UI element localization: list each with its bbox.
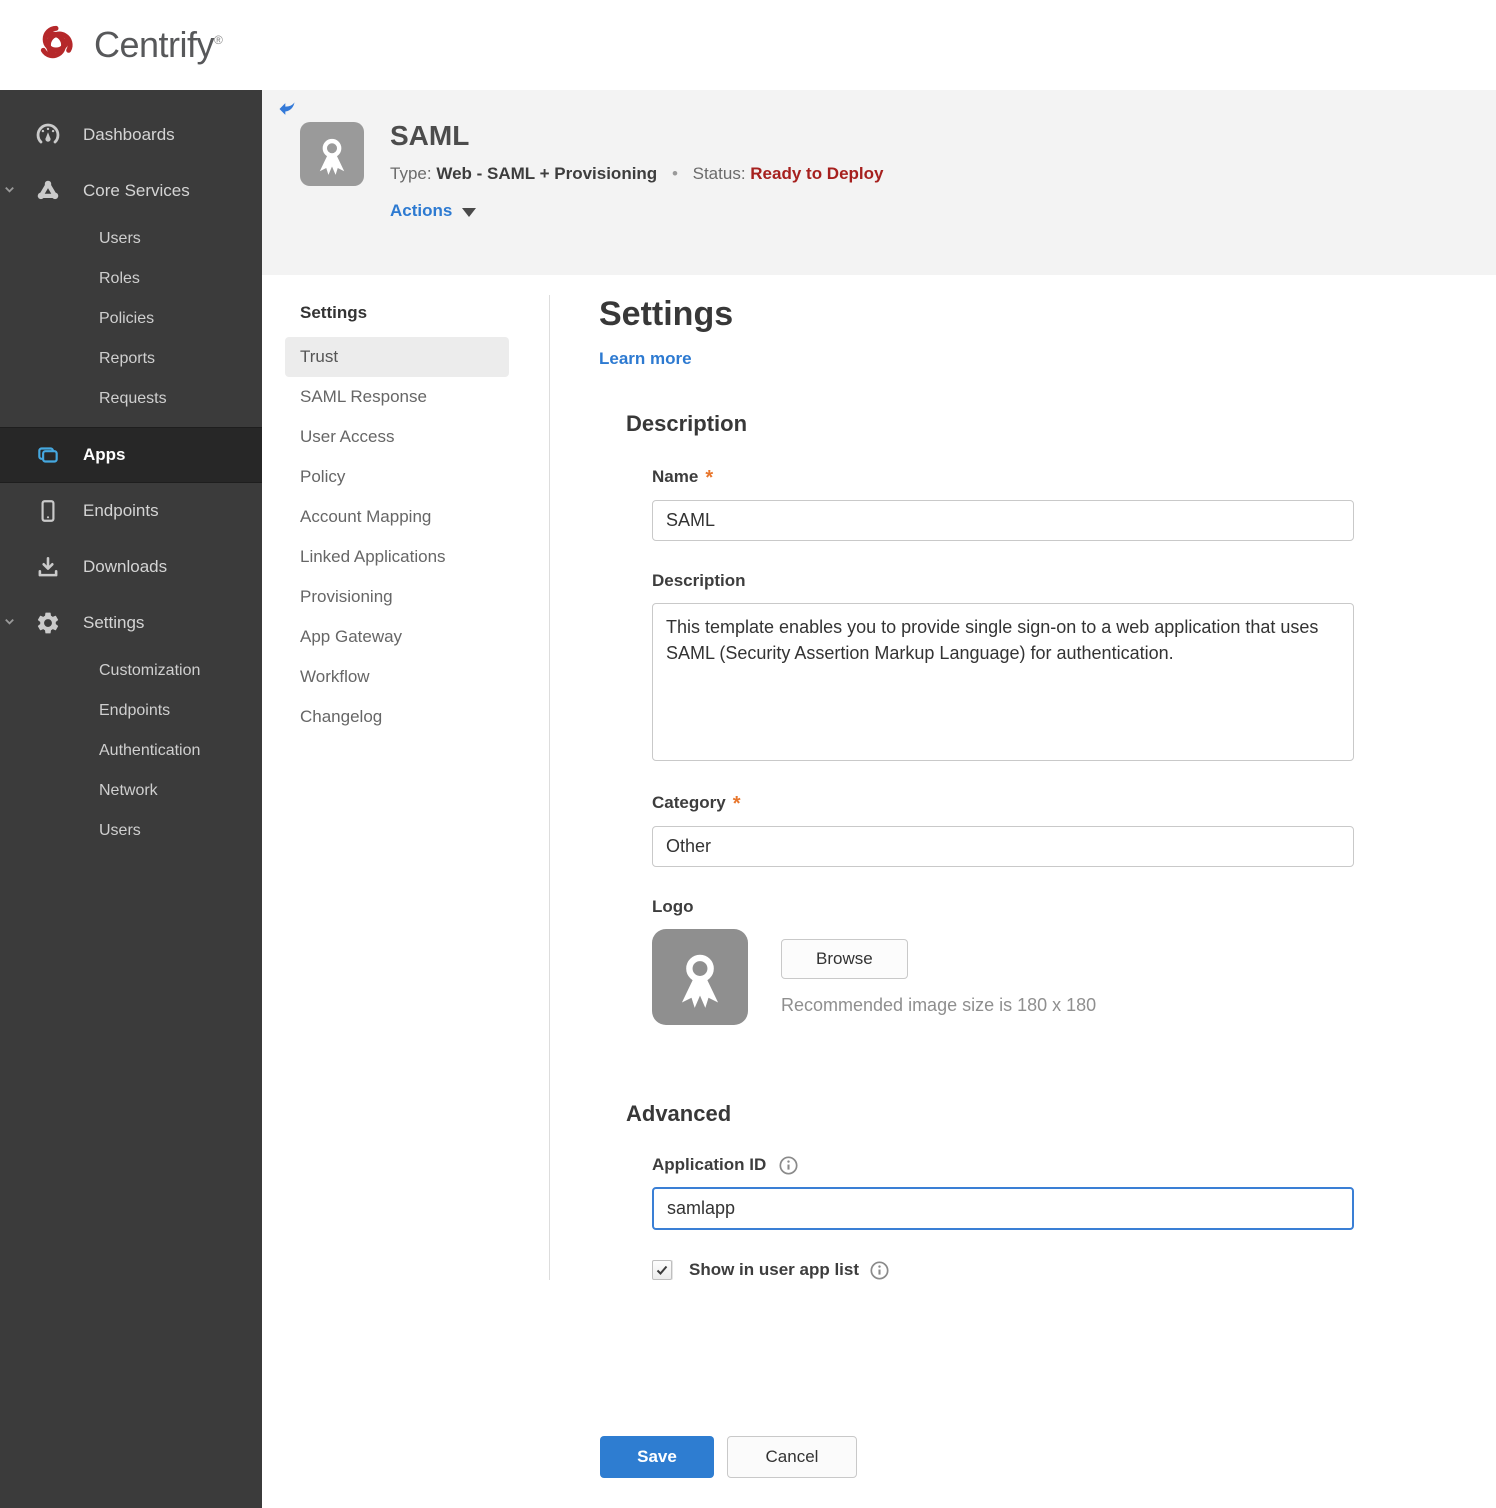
chevron-down-icon bbox=[3, 181, 16, 201]
learn-more-link[interactable]: Learn more bbox=[599, 349, 692, 369]
cancel-button[interactable]: Cancel bbox=[727, 1436, 857, 1478]
advanced-section: Advanced Application ID samlapp Show in … bbox=[599, 1101, 1496, 1280]
sidebar-item-endpoints[interactable]: Endpoints bbox=[0, 483, 262, 539]
sidebar-item-label: Apps bbox=[83, 445, 126, 464]
show-in-user-app-list-checkbox[interactable] bbox=[652, 1260, 672, 1280]
checkmark-icon bbox=[656, 1265, 668, 1275]
sidebar: Dashboards Core Services Users Roles Pol… bbox=[0, 90, 262, 1508]
subnav-title: Settings bbox=[300, 303, 368, 322]
settings-form: Settings Learn more Description Name * D… bbox=[550, 295, 1496, 1280]
category-input[interactable] bbox=[652, 826, 1354, 867]
subnav-item-saml-response[interactable]: SAML Response bbox=[285, 377, 509, 417]
registered-mark: ® bbox=[214, 33, 223, 47]
category-field-group: Category * bbox=[626, 791, 1496, 867]
section-heading-description: Description bbox=[626, 411, 748, 436]
centrify-logo-icon[interactable] bbox=[30, 17, 82, 74]
logo-size-hint: Recommended image size is 180 x 180 bbox=[781, 995, 1097, 1015]
sidebar-item-core-services[interactable]: Core Services bbox=[0, 163, 262, 219]
apps-icon bbox=[35, 442, 61, 468]
sidebar-item-settings-endpoints[interactable]: Endpoints bbox=[0, 691, 262, 731]
logo-preview-ribbon-icon bbox=[652, 929, 748, 1025]
gear-icon bbox=[35, 610, 61, 636]
sidebar-item-label: Dashboards bbox=[83, 125, 175, 144]
page-title: Settings bbox=[599, 295, 734, 333]
actions-menu-button[interactable]: Actions bbox=[390, 201, 883, 221]
sidebar-item-settings-users[interactable]: Users bbox=[0, 811, 262, 851]
chevron-down-icon bbox=[3, 613, 16, 633]
sidebar-item-settings[interactable]: Settings bbox=[0, 595, 262, 651]
type-value: Web - SAML + Provisioning bbox=[436, 164, 658, 183]
subnav-item-app-gateway[interactable]: App Gateway bbox=[285, 617, 509, 657]
application-id-input[interactable] bbox=[652, 1187, 1354, 1230]
status-label: Status: bbox=[692, 164, 746, 183]
sidebar-item-policies[interactable]: Policies bbox=[0, 299, 262, 339]
description-section: Description Name * Description This temp… bbox=[599, 411, 1496, 1025]
subnav-item-linked-applications[interactable]: Linked Applications bbox=[285, 537, 509, 577]
sidebar-item-customization[interactable]: Customization bbox=[0, 651, 262, 691]
application-id-field-group: Application ID bbox=[626, 1155, 1496, 1230]
application-id-label: Application ID bbox=[652, 1155, 767, 1174]
app-logo-icon bbox=[300, 122, 364, 186]
dropdown-arrow-icon bbox=[462, 207, 477, 217]
browse-button[interactable]: Browse bbox=[781, 939, 908, 979]
subnav-item-policy[interactable]: Policy bbox=[285, 457, 509, 497]
brand-name: Centrify® bbox=[94, 24, 223, 65]
name-field-group: Name * bbox=[626, 465, 1496, 541]
sidebar-item-requests[interactable]: Requests bbox=[0, 379, 262, 419]
subnav-item-trust[interactable]: Trust bbox=[285, 337, 509, 377]
description-field-group: Description This template enables you to… bbox=[626, 571, 1496, 761]
category-label: Category * bbox=[652, 792, 741, 816]
sidebar-item-label: Settings bbox=[83, 613, 145, 632]
info-icon[interactable] bbox=[779, 1155, 798, 1175]
form-actions: Save Cancel bbox=[600, 1436, 1496, 1478]
name-label: Name * bbox=[652, 466, 714, 490]
subnav-item-changelog[interactable]: Changelog bbox=[285, 697, 509, 737]
cluster-icon bbox=[35, 178, 61, 204]
description-label: Description bbox=[652, 571, 746, 590]
sidebar-item-apps[interactable]: Apps bbox=[0, 427, 262, 483]
sidebar-item-roles[interactable]: Roles bbox=[0, 259, 262, 299]
save-button[interactable]: Save bbox=[600, 1436, 714, 1478]
description-textarea[interactable]: This template enables you to provide sin… bbox=[652, 603, 1354, 761]
sidebar-item-label: Endpoints bbox=[83, 501, 159, 520]
status-badge: Ready to Deploy bbox=[750, 164, 884, 183]
type-label: Type: bbox=[390, 164, 432, 183]
section-heading-advanced: Advanced bbox=[626, 1101, 732, 1126]
gauge-icon bbox=[35, 122, 61, 148]
show-in-user-app-list-row: Show in user app list bbox=[626, 1260, 1496, 1280]
sidebar-item-label: Downloads bbox=[83, 557, 168, 576]
sidebar-item-label: Core Services bbox=[83, 181, 190, 200]
sidebar-item-reports[interactable]: Reports bbox=[0, 339, 262, 379]
app-meta: Type: Web - SAML + Provisioning • Status… bbox=[390, 164, 883, 184]
required-asterisk: * bbox=[732, 793, 741, 815]
smartphone-icon bbox=[35, 498, 61, 524]
name-input[interactable] bbox=[652, 500, 1354, 541]
required-asterisk: * bbox=[705, 467, 714, 489]
sidebar-item-authentication[interactable]: Authentication bbox=[0, 731, 262, 771]
sidebar-item-downloads[interactable]: Downloads bbox=[0, 539, 262, 595]
sidebar-item-network[interactable]: Network bbox=[0, 771, 262, 811]
back-arrow-icon[interactable] bbox=[276, 99, 298, 119]
app-header: SAML Type: Web - SAML + Provisioning • S… bbox=[262, 90, 1496, 275]
subnav-item-provisioning[interactable]: Provisioning bbox=[285, 577, 509, 617]
content-area: SAML Type: Web - SAML + Provisioning • S… bbox=[262, 90, 1496, 1478]
subnav-item-workflow[interactable]: Workflow bbox=[285, 657, 509, 697]
subnav-item-account-mapping[interactable]: Account Mapping bbox=[285, 497, 509, 537]
info-icon[interactable] bbox=[870, 1260, 889, 1280]
meta-separator: • bbox=[671, 164, 678, 183]
app-title: SAML bbox=[390, 120, 470, 151]
top-bar: Centrify® bbox=[0, 0, 1496, 90]
logo-label: Logo bbox=[652, 897, 694, 916]
logo-field-group: Logo Browse Recommended image size is 18… bbox=[626, 897, 1496, 1025]
sidebar-item-users[interactable]: Users bbox=[0, 219, 262, 259]
download-icon bbox=[35, 554, 61, 580]
subnav-item-user-access[interactable]: User Access bbox=[285, 417, 509, 457]
app-subnav: Settings Trust SAML Response User Access… bbox=[285, 295, 550, 1280]
sidebar-item-dashboards[interactable]: Dashboards bbox=[0, 107, 262, 163]
show-in-user-app-list-label: Show in user app list bbox=[689, 1260, 860, 1279]
